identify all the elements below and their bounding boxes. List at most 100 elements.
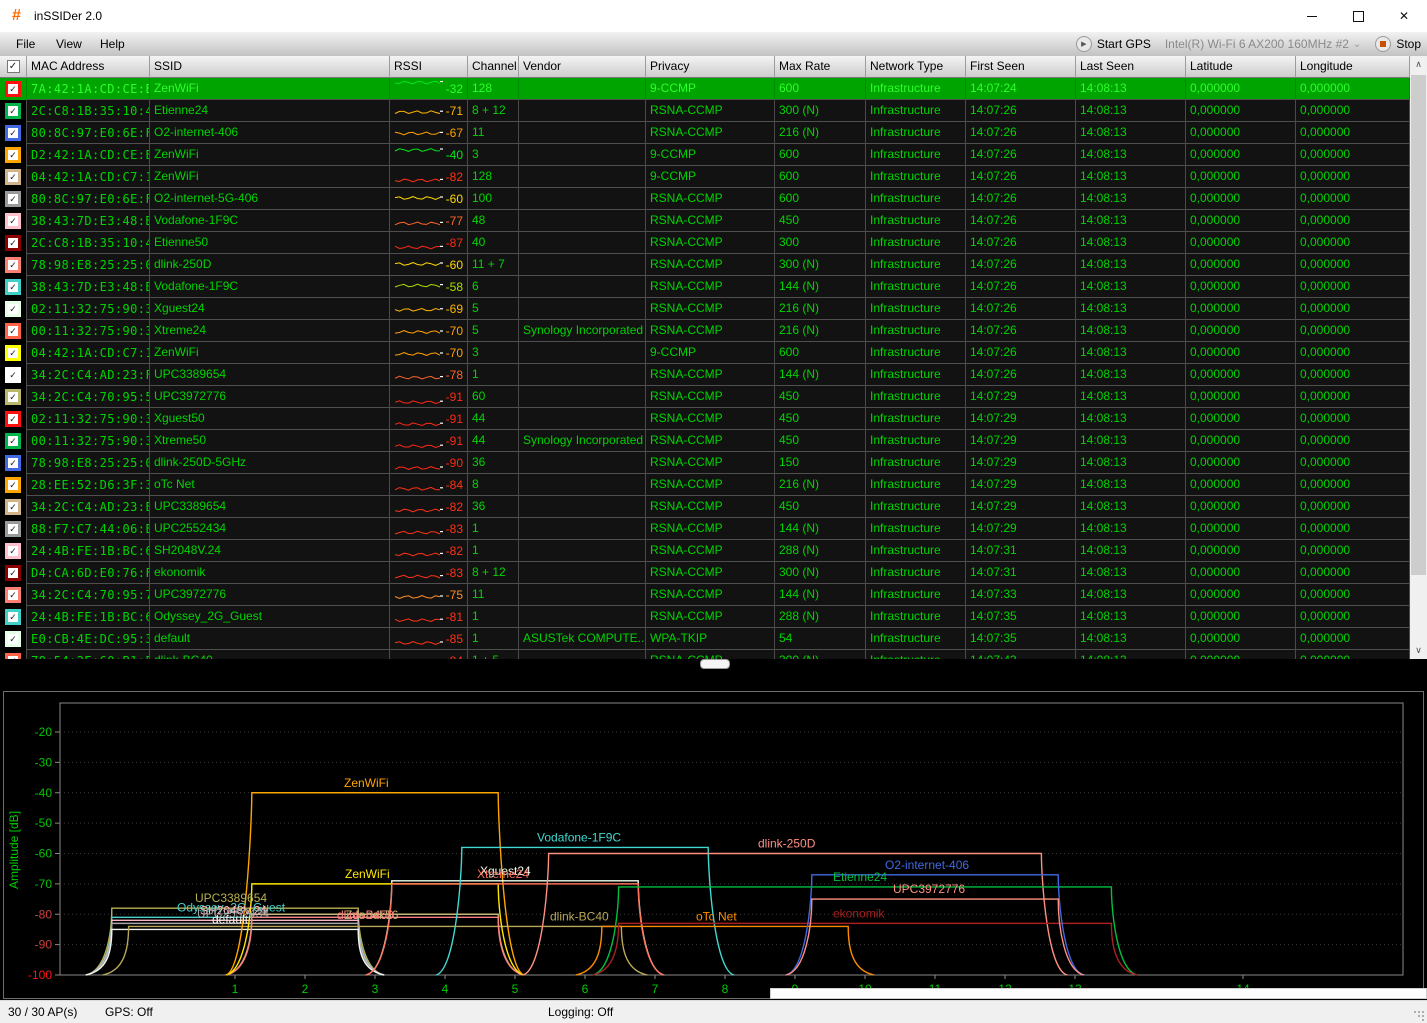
network-checkbox[interactable]: ✓ [0, 408, 27, 430]
maximize-button[interactable] [1335, 0, 1381, 32]
table-row[interactable]: ✓E0:CB:4E:DC:95:33default-851ASUSTek COM… [0, 628, 1410, 650]
network-checkbox[interactable]: ✓ [0, 78, 27, 100]
network-checkbox[interactable]: ✓ [0, 606, 27, 628]
table-row[interactable]: ✓80:8C:97:E0:6E:F6O2-internet-5G-406-601… [0, 188, 1410, 210]
network-checkbox[interactable]: ✓ [0, 342, 27, 364]
network-checkbox[interactable]: ✓ [0, 650, 27, 659]
network-checkbox[interactable]: ✓ [0, 562, 27, 584]
table-row[interactable]: ✓04:42:1A:CD:C7:10ZenWiFi-7039-CCMP600In… [0, 342, 1410, 364]
network-checkbox[interactable]: ✓ [0, 188, 27, 210]
column-header-last-seen[interactable]: Last Seen [1076, 56, 1186, 78]
column-header-channel[interactable]: Channel [468, 56, 519, 78]
column-header-vendor[interactable]: Vendor [519, 56, 646, 78]
network-checkbox[interactable]: ✓ [0, 496, 27, 518]
vendor: Synology Incorporated [519, 430, 646, 452]
stop-button[interactable]: Stop [1375, 36, 1421, 52]
column-header-rssi[interactable]: RSSI [390, 56, 468, 78]
rssi-sparkline [394, 191, 443, 207]
table-row[interactable]: ✓78:98:E8:25:25:0Edlink-250D-6011 + 7RSN… [0, 254, 1410, 276]
network-checkbox[interactable]: ✓ [0, 122, 27, 144]
vendor [519, 562, 646, 584]
table-vertical-scrollbar[interactable]: ∧ ∨ [1410, 56, 1427, 659]
scroll-up-icon[interactable]: ∧ [1410, 56, 1427, 73]
first-seen: 14:07:29 [966, 518, 1076, 540]
panel-splitter[interactable] [0, 659, 1427, 690]
network-checkbox[interactable]: ✓ [0, 584, 27, 606]
table-row[interactable]: ✓34:2C:C4:AD:23:EBUPC3389654-8236RSNA-CC… [0, 496, 1410, 518]
network-checkbox[interactable]: ✓ [0, 100, 27, 122]
table-row[interactable]: ✓04:42:1A:CD:C7:14ZenWiFi-821289-CCMP600… [0, 166, 1410, 188]
select-all-checkbox[interactable]: ✓ [0, 56, 27, 78]
table-header-row: ✓MAC AddressSSIDRSSIChannelVendorPrivacy… [0, 56, 1410, 78]
column-header-privacy[interactable]: Privacy [646, 56, 775, 78]
channel: 1 [468, 518, 519, 540]
scrollbar-thumb[interactable] [1411, 75, 1426, 575]
rssi-cell: -83 [390, 562, 468, 584]
minimize-button[interactable] [1289, 0, 1335, 32]
network-checkbox[interactable]: ✓ [0, 386, 27, 408]
network-checkbox[interactable]: ✓ [0, 210, 27, 232]
table-row[interactable]: ✓34:2C:C4:AD:23:F5UPC3389654-781RSNA-CCM… [0, 364, 1410, 386]
table-row[interactable]: ✓02:11:32:75:90:36Xguest24-695RSNA-CCMP2… [0, 298, 1410, 320]
menu-help[interactable]: Help [96, 36, 129, 52]
table-row[interactable]: ✓24:4B:FE:1B:BC:69Odyssey_2G_Guest-811RS… [0, 606, 1410, 628]
scroll-down-icon[interactable]: ∨ [1410, 642, 1427, 659]
table-row[interactable]: ✓02:11:32:75:90:37Xguest50-9144RSNA-CCMP… [0, 408, 1410, 430]
column-header-mac-address[interactable]: MAC Address [27, 56, 150, 78]
table-row[interactable]: ✓88:F7:C7:44:06:E1UPC2552434-831RSNA-CCM… [0, 518, 1410, 540]
start-gps-button[interactable]: ▶ Start GPS [1076, 36, 1151, 52]
rssi-cell: -77 [390, 210, 468, 232]
adapter-select[interactable]: Intel(R) Wi-Fi 6 AX200 160MHz #2 ⌄ [1165, 37, 1361, 51]
rssi-value: -67 [446, 123, 463, 144]
close-button[interactable]: ✕ [1381, 0, 1427, 32]
table-row[interactable]: ✓2C:C8:1B:35:10:40Etienne24-718 + 12RSNA… [0, 100, 1410, 122]
network-checkbox[interactable]: ✓ [0, 166, 27, 188]
column-header-max-rate[interactable]: Max Rate [775, 56, 866, 78]
network-checkbox[interactable]: ✓ [0, 364, 27, 386]
splitter-grip[interactable] [700, 659, 730, 669]
check-icon: ✓ [5, 609, 21, 625]
chart-horizontal-scrollbar[interactable] [770, 988, 1427, 999]
table-row[interactable]: ✓34:2C:C4:70:95:5DUPC3972776-9160RSNA-CC… [0, 386, 1410, 408]
network-checkbox[interactable]: ✓ [0, 474, 27, 496]
privacy: RSNA-CCMP [646, 540, 775, 562]
table-row[interactable]: ✓D2:42:1A:CD:CE:E1ZenWiFi-4039-CCMP600In… [0, 144, 1410, 166]
network-checkbox[interactable]: ✓ [0, 430, 27, 452]
network-checkbox[interactable]: ✓ [0, 298, 27, 320]
table-row[interactable]: ✓38:43:7D:E3:48:B0Vodafone-1F9C-7748RSNA… [0, 210, 1410, 232]
table-row[interactable]: ✓38:43:7D:E3:48:BBVodafone-1F9C-586RSNA-… [0, 276, 1410, 298]
network-checkbox[interactable]: ✓ [0, 232, 27, 254]
ssid: UPC3389654 [150, 364, 390, 386]
menu-file[interactable]: File [12, 36, 39, 52]
column-header-longitude[interactable]: Longitude [1296, 56, 1410, 78]
network-checkbox[interactable]: ✓ [0, 628, 27, 650]
column-header-ssid[interactable]: SSID [150, 56, 390, 78]
resize-grip[interactable] [1413, 1010, 1425, 1022]
network-checkbox[interactable]: ✓ [0, 276, 27, 298]
table-row[interactable]: ✓80:8C:97:E0:6E:FBO2-internet-406-6711RS… [0, 122, 1410, 144]
column-header-network-type[interactable]: Network Type [866, 56, 966, 78]
table-row[interactable]: ✓D4:CA:6D:E0:76:FFekonomik-838 + 12RSNA-… [0, 562, 1410, 584]
channel: 1 [468, 606, 519, 628]
network-checkbox[interactable]: ✓ [0, 452, 27, 474]
column-header-latitude[interactable]: Latitude [1186, 56, 1296, 78]
table-row[interactable]: ✓28:EE:52:D6:3F:3EoTc Net-848RSNA-CCMP21… [0, 474, 1410, 496]
network-checkbox[interactable]: ✓ [0, 320, 27, 342]
table-row[interactable]: ✓34:2C:C4:70:95:78UPC3972776-7511RSNA-CC… [0, 584, 1410, 606]
menu-view[interactable]: View [52, 36, 86, 52]
table-row[interactable]: ✓78:54:2E:60:B1:55dlink-BC40-841 + 5RSNA… [0, 650, 1410, 659]
table-row[interactable]: ✓00:11:32:75:90:35Xtreme50-9144Synology … [0, 430, 1410, 452]
table-row[interactable]: ✓7A:42:1A:CD:CE:E4ZenWiFi-321289-CCMP600… [0, 78, 1410, 100]
check-icon: ✓ [5, 323, 21, 339]
start-gps-label: Start GPS [1097, 37, 1151, 51]
network-checkbox[interactable]: ✓ [0, 540, 27, 562]
table-row[interactable]: ✓24:4B:FE:1B:BC:68SH2048V.24-821RSNA-CCM… [0, 540, 1410, 562]
network-checkbox[interactable]: ✓ [0, 144, 27, 166]
network-checkbox[interactable]: ✓ [0, 254, 27, 276]
table-row[interactable]: ✓78:98:E8:25:25:0Fdlink-250D-5GHz-9036RS… [0, 452, 1410, 474]
ssid: Etienne50 [150, 232, 390, 254]
column-header-first-seen[interactable]: First Seen [966, 56, 1076, 78]
table-row[interactable]: ✓2C:C8:1B:35:10:41Etienne50-8740RSNA-CCM… [0, 232, 1410, 254]
table-row[interactable]: ✓00:11:32:75:90:34Xtreme24-705Synology I… [0, 320, 1410, 342]
network-checkbox[interactable]: ✓ [0, 518, 27, 540]
